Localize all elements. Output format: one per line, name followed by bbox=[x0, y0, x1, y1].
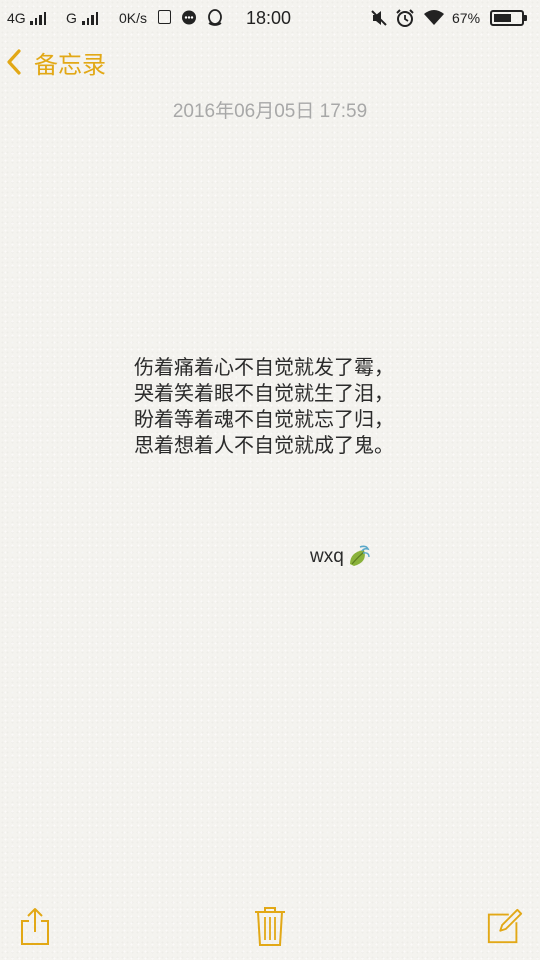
delete-button[interactable] bbox=[251, 906, 289, 946]
share-button[interactable] bbox=[16, 906, 54, 946]
note-line: 伤着痛着心不自觉就发了霉， bbox=[134, 355, 394, 379]
battery-icon bbox=[490, 10, 527, 26]
back-button-label: 备忘录 bbox=[34, 50, 106, 79]
clock-time: 18:00 bbox=[246, 8, 292, 28]
back-button[interactable]: 备忘录 bbox=[6, 40, 146, 84]
status-bar: 4G G 0K/s 18:00 67% bbox=[0, 0, 540, 36]
battery-percent: 67% bbox=[452, 10, 481, 26]
battery-level-fill bbox=[494, 14, 512, 22]
qq-penguin-icon bbox=[208, 9, 222, 26]
share-icon bbox=[21, 908, 49, 945]
note-signature: wxq bbox=[310, 544, 372, 570]
trash-icon bbox=[255, 907, 285, 946]
message-bubble-icon bbox=[182, 10, 196, 25]
signal-strength-icon-2 bbox=[82, 11, 99, 25]
network-speed: 0K/s bbox=[119, 10, 148, 26]
wifi-icon bbox=[424, 10, 444, 25]
compose-button[interactable] bbox=[486, 906, 524, 946]
alarm-clock-icon bbox=[396, 9, 414, 27]
note-line: 思着想着人不自觉就成了鬼。 bbox=[134, 433, 394, 457]
sim-card-icon bbox=[158, 10, 171, 24]
signature-text: wxq bbox=[310, 546, 344, 567]
note-line: 盼着等着魂不自觉就忘了归， bbox=[134, 407, 394, 431]
note-line: 哭着笑着眼不自觉就生了泪， bbox=[134, 381, 394, 405]
network-type-g: G bbox=[66, 10, 77, 26]
signal-strength-icon bbox=[30, 11, 47, 25]
chevron-left-icon bbox=[7, 49, 21, 75]
compose-icon bbox=[487, 908, 523, 944]
note-body[interactable]: 伤着痛着心不自觉就发了霉， 哭着笑着眼不自觉就生了泪， 盼着等着魂不自觉就忘了归… bbox=[134, 354, 434, 458]
note-date: 2016年06月05日 17:59 bbox=[172, 101, 368, 122]
network-type-4g: 4G bbox=[7, 10, 26, 26]
leaf-tea-icon bbox=[349, 545, 370, 566]
mute-icon bbox=[371, 10, 387, 26]
